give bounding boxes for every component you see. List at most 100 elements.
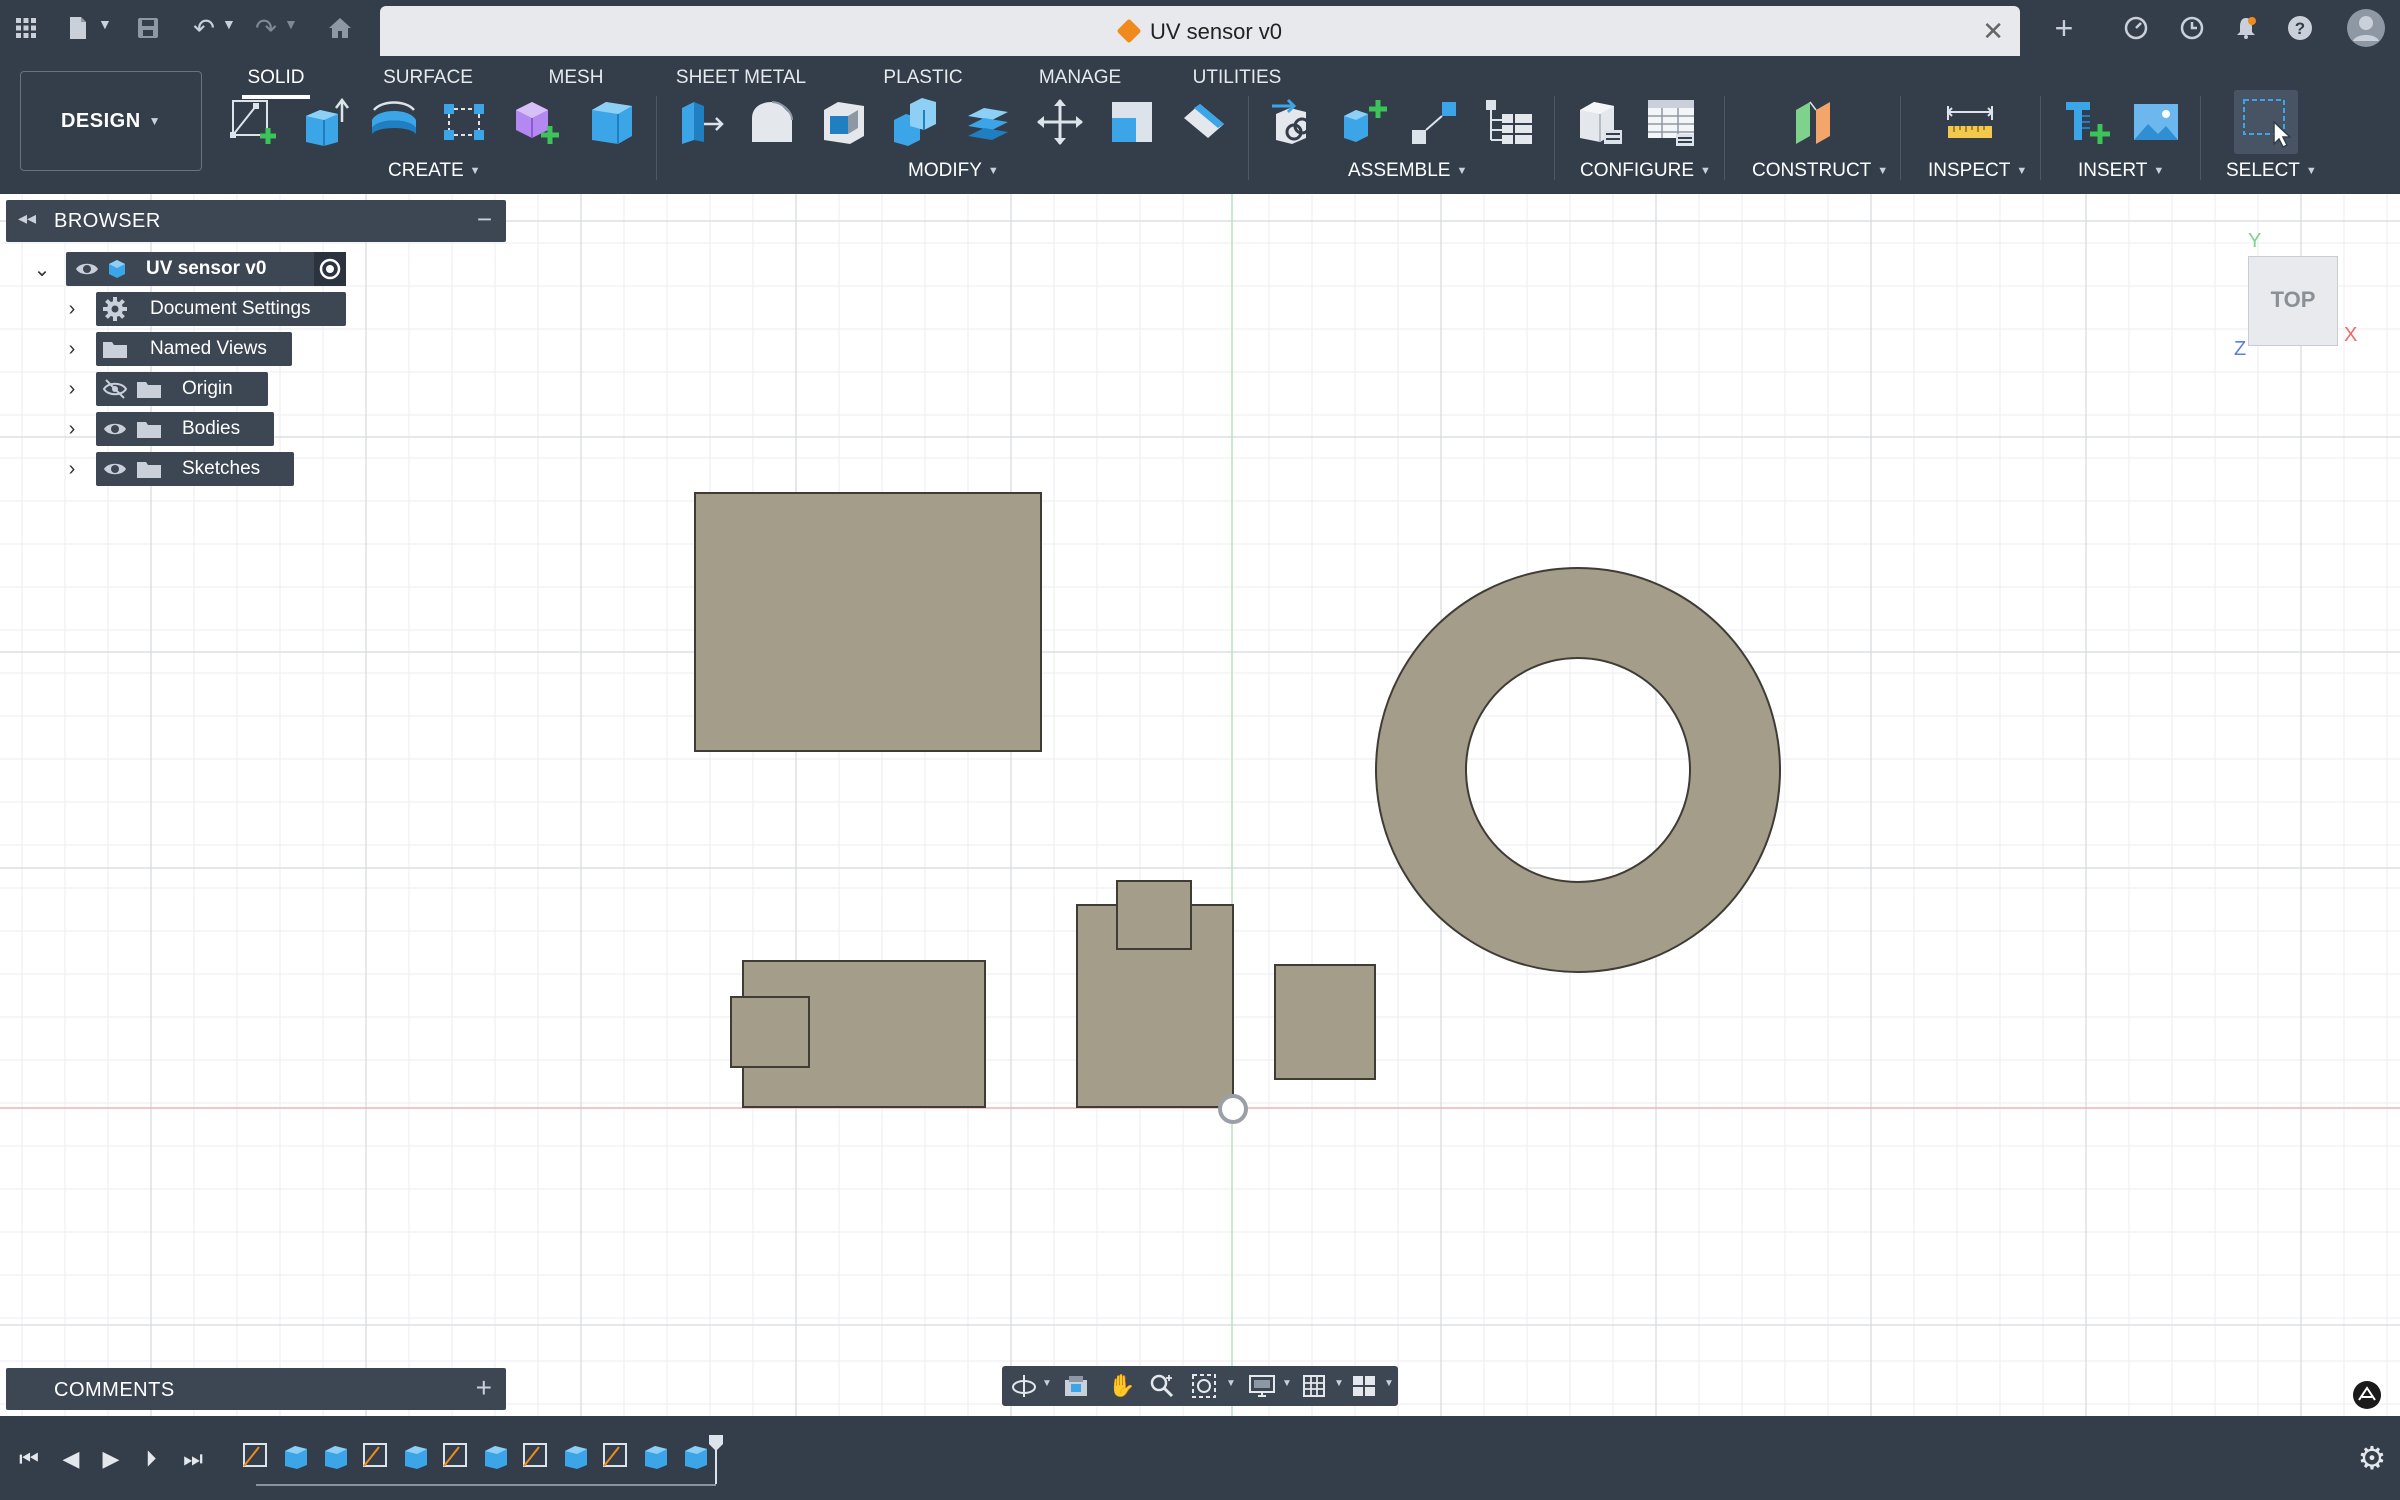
add-comment-icon[interactable]: + (476, 1372, 492, 1404)
step-forward-icon[interactable]: ⏵ (134, 1442, 168, 1476)
timeline-extrude-icon[interactable] (558, 1438, 594, 1474)
timeline-sketch-icon[interactable] (438, 1438, 474, 1474)
browser-root-pill[interactable]: UV sensor v0 (66, 252, 346, 286)
create-menu[interactable]: CREATE ▼ (388, 160, 481, 182)
tab-surface[interactable]: SURFACE (380, 61, 476, 95)
sketch-ring[interactable] (1374, 566, 1782, 974)
save-icon[interactable] (130, 10, 166, 46)
viewports-caret-icon[interactable]: ▼ (1384, 1378, 1394, 1389)
grid-caret-icon[interactable]: ▼ (1334, 1378, 1344, 1389)
tab-plastic[interactable]: PLASTIC (878, 61, 968, 95)
eye-hidden-icon[interactable] (100, 372, 130, 406)
zoom-icon[interactable] (1142, 1370, 1182, 1402)
orbit-caret-icon[interactable]: ▼ (1042, 1378, 1052, 1389)
pan-hand-icon[interactable]: ✋ (1102, 1370, 1142, 1402)
rigid-group-tool[interactable] (1406, 94, 1462, 150)
workspace-switcher-button[interactable]: DESIGN ▼ (20, 71, 202, 171)
eye-icon[interactable] (72, 252, 102, 286)
scale-tool[interactable] (1104, 94, 1160, 150)
browser-item-pill[interactable]: Bodies (96, 412, 274, 446)
select-tool[interactable] (2234, 90, 2298, 154)
offset-face-tool[interactable] (960, 94, 1016, 150)
sketch-rectangle-small[interactable] (1274, 964, 1376, 1080)
gear-icon[interactable]: ⚙ (2352, 1438, 2392, 1478)
notifications-icon[interactable] (2228, 10, 2264, 46)
new-component-tool[interactable] (508, 94, 564, 150)
chevron-right-icon[interactable]: › (60, 412, 84, 446)
help-icon[interactable]: ? (2282, 10, 2318, 46)
insert-menu[interactable]: INSERT ▼ (2078, 160, 2164, 182)
chevron-right-icon[interactable]: › (60, 452, 84, 486)
configure-menu[interactable]: CONFIGURE ▼ (1580, 160, 1711, 182)
eye-icon[interactable] (100, 452, 130, 486)
chevron-down-icon[interactable]: ⌄ (30, 252, 54, 286)
go-to-start-icon[interactable]: ⏮ (12, 1442, 46, 1476)
timeline-extrude-icon[interactable] (398, 1438, 434, 1474)
eye-icon[interactable] (100, 412, 130, 446)
sketch-rectangle-large[interactable] (694, 492, 1042, 752)
play-icon[interactable]: ▶ (94, 1442, 128, 1476)
insert-mcmaster-tool[interactable] (2058, 94, 2114, 150)
extensions-icon[interactable] (2118, 10, 2154, 46)
user-avatar[interactable] (2344, 6, 2388, 50)
browser-item-pill[interactable]: Document Settings (96, 292, 346, 326)
origin-point-icon[interactable] (1216, 1092, 1250, 1126)
display-caret-icon[interactable]: ▼ (1282, 1378, 1292, 1389)
configure-tool[interactable] (1572, 94, 1628, 150)
timeline-extrude-icon[interactable] (318, 1438, 354, 1474)
browser-item-document-settings[interactable]: › Document Settings (60, 292, 360, 326)
look-at-icon[interactable] (1056, 1370, 1096, 1402)
tab-utilities[interactable]: UTILITIES (1190, 61, 1284, 95)
measure-tool[interactable] (1942, 94, 1998, 150)
fit-caret-icon[interactable]: ▼ (1226, 1378, 1236, 1389)
timeline-sketch-icon[interactable] (238, 1438, 274, 1474)
tab-manage[interactable]: MANAGE (1030, 61, 1130, 95)
browser-item-pill[interactable]: Origin (96, 372, 268, 406)
new-tab-icon[interactable]: + (2046, 10, 2082, 46)
browser-item-pill[interactable]: Named Views (96, 332, 292, 366)
browser-root-item[interactable]: ⌄ UV sensor v0 (30, 252, 350, 286)
move-copy-tool[interactable] (1032, 94, 1088, 150)
press-pull-tool[interactable] (672, 94, 728, 150)
configuration-table-tool[interactable] (1644, 94, 1700, 150)
new-component-assemble-tool[interactable] (1336, 94, 1392, 150)
assemble-menu[interactable]: ASSEMBLE ▼ (1348, 160, 1467, 182)
browser-item-named-views[interactable]: › Named Views (60, 332, 360, 366)
tab-sheet-metal[interactable]: SHEET METAL (676, 61, 806, 95)
joint-tool[interactable] (1266, 94, 1322, 150)
undo-caret-icon[interactable]: ▼ (222, 16, 236, 32)
hole-tool[interactable] (436, 94, 492, 150)
select-menu[interactable]: SELECT ▼ (2226, 160, 2317, 182)
fit-icon[interactable] (1184, 1370, 1224, 1402)
tab-mesh[interactable]: MESH (540, 61, 612, 95)
home-icon[interactable] (322, 10, 358, 46)
redo-caret-icon[interactable]: ▼ (284, 16, 298, 32)
split-face-tool[interactable] (1176, 94, 1232, 150)
timeline-extrude-icon[interactable] (278, 1438, 314, 1474)
timeline-marker[interactable] (708, 1434, 724, 1484)
viewcube[interactable]: TOP (2248, 256, 2338, 346)
box-tool[interactable] (584, 94, 640, 150)
close-icon[interactable]: ✕ (1982, 16, 2004, 47)
design-canvas[interactable] (0, 194, 2400, 1416)
timeline-sketch-icon[interactable] (598, 1438, 634, 1474)
apps-grid-icon[interactable] (8, 10, 44, 46)
modify-menu[interactable]: MODIFY ▼ (908, 160, 999, 182)
display-settings-icon[interactable] (1242, 1370, 1282, 1402)
go-to-end-icon[interactable]: ⏭ (176, 1442, 210, 1476)
offset-plane-tool[interactable] (1786, 94, 1842, 150)
timeline-sketch-icon[interactable] (518, 1438, 554, 1474)
viewports-icon[interactable] (1344, 1370, 1384, 1402)
revolve-tool[interactable] (366, 94, 422, 150)
chevron-right-icon[interactable]: › (60, 372, 84, 406)
browser-item-origin[interactable]: › Origin (60, 372, 360, 406)
combine-tool[interactable] (888, 94, 944, 150)
browser-item-bodies[interactable]: › Bodies (60, 412, 360, 446)
timeline-sketch-icon[interactable] (358, 1438, 394, 1474)
job-status-icon[interactable] (2174, 10, 2210, 46)
construct-menu[interactable]: CONSTRUCT ▼ (1752, 160, 1888, 182)
step-back-icon[interactable]: ◀ (54, 1442, 88, 1476)
document-tab[interactable]: UV sensor v0 ✕ (380, 6, 2020, 56)
sketch-rectangle-connector[interactable] (730, 996, 810, 1068)
fillet-tool[interactable] (744, 94, 800, 150)
